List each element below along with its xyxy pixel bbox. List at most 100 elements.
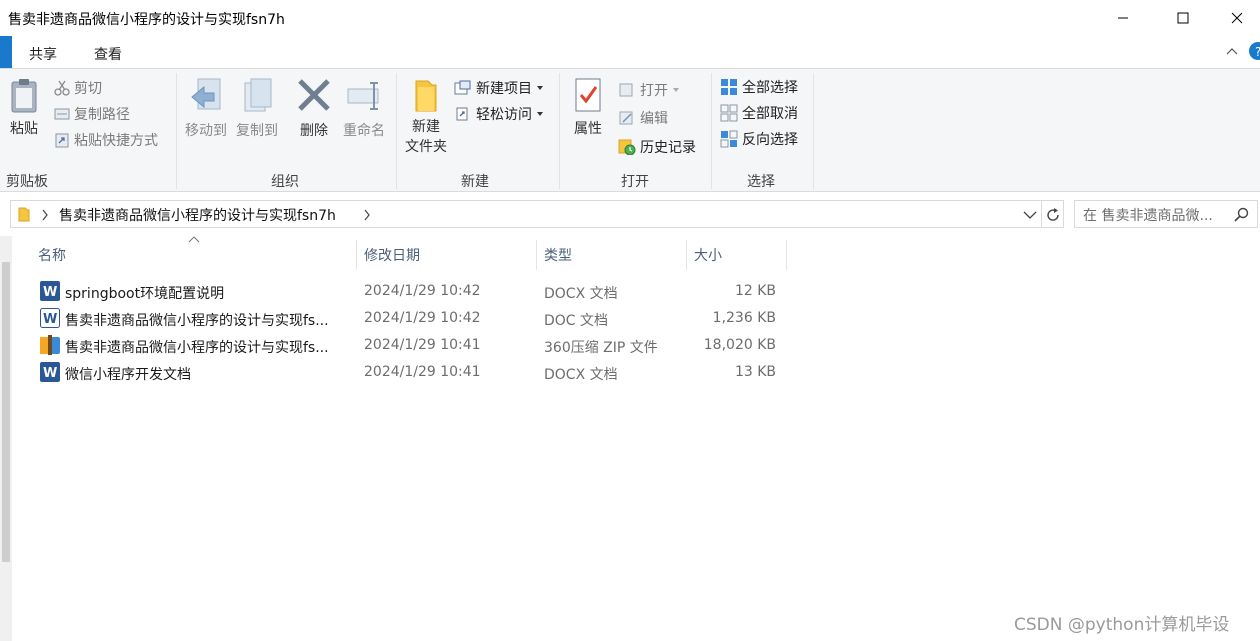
ribbon-separator	[711, 73, 712, 189]
minimize-button[interactable]	[1100, 0, 1146, 36]
delete-x-icon	[298, 79, 330, 111]
paste-shortcut-button[interactable]: 粘贴快捷方式	[54, 129, 158, 151]
address-bar[interactable]: 售卖非遗商品微信小程序的设计与实现fsn7h	[10, 200, 1042, 228]
easy-access-icon	[456, 107, 468, 121]
file-size: 12 KB	[734, 283, 776, 299]
folder-icon	[18, 207, 30, 222]
copy-path-icon	[54, 108, 70, 120]
open-icon	[619, 83, 633, 97]
file-date: 2024/1/29 10:42	[364, 310, 481, 326]
file-date: 2024/1/29 10:42	[364, 283, 481, 299]
column-header-date[interactable]: 修改日期	[356, 240, 537, 270]
history-button[interactable]: 历史记录	[618, 136, 696, 158]
svg-text:?: ?	[1255, 45, 1260, 59]
file-name: springboot环境配置说明	[65, 286, 225, 302]
easy-access-button[interactable]: 轻松访问	[454, 103, 549, 125]
tab-view[interactable]: 查看	[94, 44, 122, 64]
ribbon-separator	[176, 73, 177, 189]
file-type: 360压缩 ZIP 文件	[544, 340, 658, 356]
search-icon	[1234, 207, 1249, 222]
file-name: 售卖非遗商品微信小程序的设计与实现fs...	[65, 340, 329, 356]
file-size: 18,020 KB	[703, 337, 776, 353]
select-none-icon	[720, 104, 738, 122]
dropdown-arrow-icon	[673, 88, 679, 92]
history-icon	[618, 139, 636, 155]
close-button[interactable]	[1214, 0, 1260, 36]
paste-button[interactable]: 粘贴	[6, 77, 42, 139]
file-date: 2024/1/29 10:41	[364, 364, 481, 380]
help-icon[interactable]: ?	[1248, 42, 1260, 60]
ribbon: 粘贴 剪切 复制路径 粘贴快捷方式 剪贴板 移动到 复制到 删除 重命名 组织 …	[0, 68, 1260, 192]
svg-text:W: W	[43, 366, 57, 381]
minimize-icon	[1118, 17, 1128, 19]
properties-button[interactable]: 属性	[568, 77, 608, 139]
group-label-select: 选择	[747, 174, 775, 190]
collapse-ribbon-icon[interactable]	[1226, 46, 1238, 56]
svg-text:W: W	[43, 285, 57, 300]
search-placeholder: 在 售卖非遗商品微...	[1083, 208, 1213, 224]
column-header-type[interactable]: 类型	[536, 240, 687, 270]
file-row[interactable]: W 微信小程序开发文档 2024/1/29 10:41 DOCX 文档 13 K…	[36, 360, 786, 386]
watermark: CSDN @python计算机毕设	[1014, 615, 1230, 635]
invert-selection-button[interactable]: 反向选择	[720, 128, 798, 150]
new-item-icon	[454, 80, 471, 95]
file-date: 2024/1/29 10:41	[364, 337, 481, 353]
ribbon-separator	[813, 73, 814, 189]
ribbon-tabs: 共享 查看 ?	[0, 36, 1260, 68]
maximize-icon	[1177, 12, 1189, 24]
file-row[interactable]: 售卖非遗商品微信小程序的设计与实现fs... 2024/1/29 10:41 3…	[36, 333, 786, 359]
folder-icon	[415, 80, 437, 112]
paste-shortcut-icon	[55, 133, 69, 148]
open-button[interactable]: 打开	[618, 79, 685, 101]
cut-button[interactable]: 剪切	[54, 77, 102, 99]
new-item-button[interactable]: 新建项目	[454, 77, 549, 99]
delete-button[interactable]: 删除	[294, 77, 334, 141]
file-row[interactable]: W springboot环境配置说明 2024/1/29 10:42 DOCX …	[36, 279, 786, 305]
close-icon	[1231, 12, 1243, 24]
new-folder-button[interactable]: 新建 文件夹	[402, 77, 450, 157]
search-box[interactable]: 在 售卖非遗商品微...	[1074, 200, 1258, 228]
file-type: DOCX 文档	[544, 367, 618, 383]
tab-share[interactable]: 共享	[29, 44, 57, 64]
scissors-icon	[54, 80, 70, 96]
group-label-clipboard: 剪贴板	[6, 174, 48, 190]
copy-to-icon	[244, 78, 272, 112]
file-name: 售卖非遗商品微信小程序的设计与实现fs...	[65, 313, 329, 329]
breadcrumb-folder[interactable]: 售卖非遗商品微信小程序的设计与实现fsn7h	[59, 205, 336, 225]
select-none-button[interactable]: 全部取消	[720, 102, 798, 124]
file-size: 1,236 KB	[712, 310, 776, 326]
ribbon-separator	[396, 73, 397, 189]
column-header-size[interactable]: 大小	[686, 240, 787, 270]
word-docx-icon: W	[40, 362, 60, 382]
move-to-icon	[191, 78, 221, 110]
zip-archive-icon	[40, 335, 60, 355]
file-type: DOCX 文档	[544, 286, 618, 302]
maximize-button[interactable]	[1160, 0, 1206, 36]
window-title: 售卖非遗商品微信小程序的设计与实现fsn7h	[8, 12, 285, 28]
move-to-button[interactable]: 移动到	[181, 77, 231, 141]
rename-icon	[347, 82, 379, 110]
svg-text:W: W	[43, 312, 57, 327]
group-label-organize: 组织	[271, 174, 299, 190]
invert-selection-icon	[720, 130, 738, 148]
chevron-down-icon[interactable]	[1023, 210, 1037, 220]
file-row[interactable]: W 售卖非遗商品微信小程序的设计与实现fs... 2024/1/29 10:42…	[36, 306, 786, 332]
copy-path-button[interactable]: 复制路径	[54, 103, 130, 125]
dropdown-arrow-icon	[537, 112, 543, 116]
file-name: 微信小程序开发文档	[65, 367, 191, 383]
column-header-name[interactable]: 名称	[30, 240, 357, 270]
chevron-right-icon[interactable]	[363, 209, 371, 221]
select-all-icon	[721, 79, 737, 95]
file-tab-accent[interactable]	[0, 36, 12, 68]
group-label-new: 新建	[461, 174, 489, 190]
edit-button[interactable]: 编辑	[618, 107, 668, 129]
dropdown-arrow-icon	[537, 86, 543, 90]
scrollbar-thumb[interactable]	[2, 262, 10, 562]
select-all-button[interactable]: 全部选择	[720, 76, 798, 98]
rename-button[interactable]: 重命名	[340, 77, 388, 141]
copy-to-button[interactable]: 复制到	[232, 77, 282, 141]
clipboard-icon	[11, 79, 37, 113]
refresh-button[interactable]	[1042, 200, 1064, 228]
edit-pencil-icon	[619, 111, 633, 125]
address-bar-row: 售卖非遗商品微信小程序的设计与实现fsn7h 在 售卖非遗商品微...	[0, 193, 1260, 235]
